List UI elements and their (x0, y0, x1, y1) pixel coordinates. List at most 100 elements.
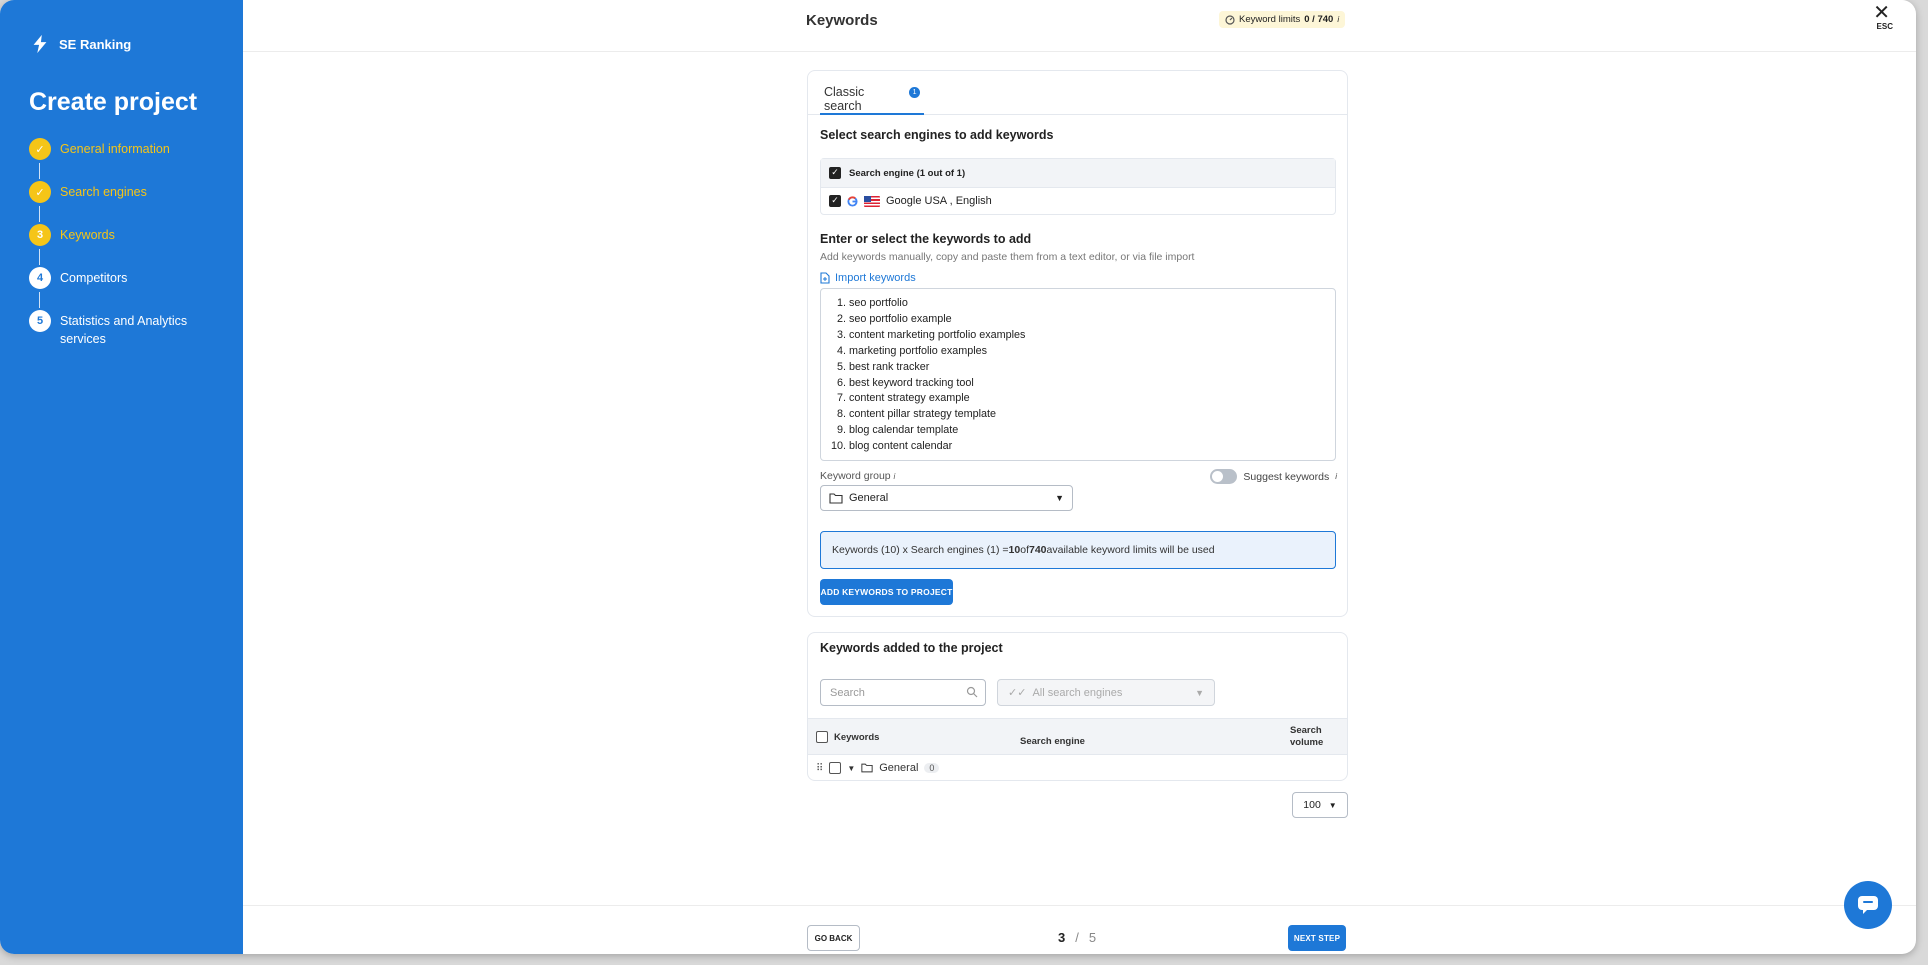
step-connector (39, 163, 40, 179)
chevron-down-icon: ▼ (1328, 800, 1337, 810)
step-search-engines[interactable]: ✓ Search engines (29, 181, 200, 224)
info-icon[interactable]: i (1337, 15, 1339, 24)
drag-handle-icon[interactable]: ⠿ (816, 763, 823, 774)
logo: SE Ranking (29, 33, 131, 55)
close-icon[interactable]: ✕ (1873, 3, 1890, 23)
engines-header-row: ✓ Search engine (1 out of 1) (821, 159, 1335, 187)
chevron-down-icon[interactable]: ▼ (847, 764, 855, 773)
sidebar-title: Create project (29, 88, 198, 116)
checkmark-icon: ✓ (29, 138, 51, 160)
keyword-line: 9. blog calendar template (836, 424, 959, 437)
toggle-switch[interactable] (1210, 469, 1238, 484)
keyword-limits-label: Keyword limits (1239, 14, 1301, 25)
per-page-select[interactable]: 100 ▼ (1292, 792, 1348, 818)
gauge-icon (1225, 14, 1235, 25)
footer: GO BACK 3 / 5 NEXT STEP (243, 905, 1916, 954)
file-icon (820, 272, 830, 284)
tab-label: Classic search (824, 85, 865, 113)
tab-classic-search[interactable]: Classic search 1 (820, 71, 924, 115)
import-keywords-label: Import keywords (835, 272, 916, 284)
group-checkbox[interactable] (829, 762, 842, 774)
sidebar: SE Ranking Create project ✓ General info… (0, 0, 243, 954)
checkmark-icon: ✓ (29, 181, 51, 203)
folder-icon (861, 763, 873, 773)
keyword-limits-value: 0 / 740 (1304, 14, 1334, 25)
select-all-checkbox[interactable] (816, 731, 828, 743)
us-flag-icon (864, 195, 880, 207)
keyword-line: 8. content pillar strategy template (836, 408, 997, 421)
step-connector (39, 292, 40, 308)
step-competitors[interactable]: 4 Competitors (29, 267, 200, 310)
chat-button[interactable] (1844, 881, 1892, 929)
step-keywords[interactable]: 3 Keywords (29, 224, 200, 267)
logo-text: SE Ranking (59, 36, 132, 52)
group-count-badge: 0 (924, 763, 940, 773)
step-number: 5 (29, 310, 51, 332)
search-input[interactable]: Search (820, 679, 986, 706)
step-label: Keywords (60, 228, 115, 242)
search-icon (966, 686, 978, 698)
suggest-keywords-label: Suggest keywords (1243, 470, 1330, 483)
keyword-line: 10. blog content calendar (830, 440, 953, 453)
search-engines-filter[interactable]: ✓✓ All search engines ▼ (997, 679, 1215, 706)
keyword-group-value: General (849, 492, 889, 504)
keyword-line: 1. seo portfolio (836, 297, 908, 309)
suggest-keywords-toggle[interactable]: Suggest keywords i (1210, 469, 1337, 484)
step-connector (39, 249, 40, 265)
step-pager: 3 / 5 (1058, 930, 1096, 945)
keywords-textarea[interactable]: 1. seo portfolio 2. seo portfolio example … (820, 288, 1336, 461)
engines-header-label: Search engine (1 out of 1) (849, 167, 966, 179)
keyword-line: 3. content marketing portfolio examples (836, 328, 1026, 341)
engine-row: ✓ Google USA , English (821, 187, 1335, 214)
step-label: General information (60, 142, 170, 156)
step-number: 4 (29, 267, 51, 289)
step-number: 3 (29, 224, 51, 246)
app-window: SE Ranking Create project ✓ General info… (0, 0, 1916, 954)
pager-separator: / (1075, 930, 1079, 945)
se-ranking-logo-icon (33, 34, 47, 54)
keyword-line: 6. best keyword tracking tool (836, 376, 974, 389)
chevron-down-icon: ▼ (1195, 687, 1204, 698)
step-general-information[interactable]: ✓ General information (29, 138, 200, 181)
step-label: Competitors (60, 271, 128, 285)
tabs-bar: Classic search 1 (808, 71, 1347, 115)
esc-label: ESC (1876, 22, 1893, 31)
keyword-group-select[interactable]: General ▼ (820, 485, 1073, 511)
chat-bubble-icon (1858, 896, 1878, 914)
info-icon[interactable]: i (894, 472, 896, 481)
step-statistics[interactable]: 5 Statistics and Analytics services (29, 310, 200, 353)
import-keywords-link[interactable]: Import keywords (820, 272, 916, 284)
select-all-engines-checkbox[interactable]: ✓ (829, 167, 841, 179)
step-connector (39, 206, 40, 222)
add-keywords-button[interactable]: ADD KEYWORDS TO PROJECT (820, 579, 953, 605)
col-search-engine: Search engine (1020, 736, 1085, 747)
keywords-section-title: Enter or select the keywords to add (820, 232, 1032, 246)
col-keywords: Keywords (834, 731, 880, 743)
keyword-group-label: Keyword group i (820, 470, 896, 482)
step-label: Search engines (60, 185, 147, 199)
double-check-icon: ✓✓ (1008, 687, 1027, 699)
current-step: 3 (1058, 930, 1066, 945)
chevron-down-icon: ▼ (1055, 493, 1064, 503)
col-search-volume[interactable]: Search volume (1290, 725, 1330, 749)
search-engines-table: ✓ Search engine (1 out of 1) ✓ Google US… (820, 158, 1336, 215)
engine-checkbox[interactable]: ✓ (829, 195, 841, 207)
keyword-line: 4. marketing portfolio examples (836, 344, 988, 357)
next-step-button[interactable]: NEXT STEP (1288, 925, 1346, 951)
google-icon (847, 195, 858, 207)
keyword-line: 2. seo portfolio example (836, 312, 952, 325)
limits-info-box: Keywords (10) x Search engines (1) = 10 … (820, 531, 1336, 569)
keyword-line: 7. content strategy example (836, 392, 970, 405)
step-label: Statistics and Analytics services (60, 314, 188, 346)
go-back-button[interactable]: GO BACK (807, 925, 860, 951)
keyword-limits-badge: Keyword limits 0 / 740 i (1219, 11, 1346, 28)
header: Keywords Keyword limits 0 / 740 i ✕ ESC (243, 0, 1916, 52)
info-icon[interactable]: i (1335, 472, 1337, 481)
tab-badge: 1 (909, 87, 920, 98)
added-section-title: Keywords added to the project (820, 641, 1003, 655)
group-name: General (879, 762, 919, 774)
add-keywords-card: Classic search 1 Select search engines t… (807, 70, 1348, 617)
added-keywords-card: Keywords added to the project Search ✓✓ … (807, 632, 1348, 781)
engines-section-title: Select search engines to add keywords (820, 128, 1054, 142)
table-header: Keywords Search engine Search volume (808, 718, 1347, 755)
